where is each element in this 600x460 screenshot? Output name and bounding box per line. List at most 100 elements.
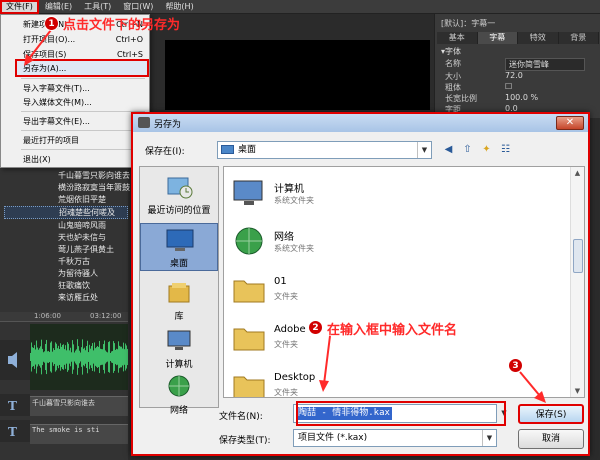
close-button[interactable]: ✕ [556,116,584,130]
waveform-bar [112,351,113,363]
list-item[interactable]: 莺儿燕子俱黄土 [58,244,114,255]
list-item[interactable]: 山鬼暗啼风雨 [58,220,106,231]
tab-background[interactable]: 背景 [558,32,599,44]
font-name-field[interactable]: 迷你简雪峰 [505,58,585,71]
menu-item-label: 最近打开的项目 [23,135,79,145]
waveform-bar [32,347,33,367]
scroll-thumb[interactable] [573,239,583,273]
chevron-up-icon[interactable]: ▲ [571,167,584,179]
waveform-bar [61,346,62,368]
timeline-ruler[interactable]: 1:06:00 03:12:00 [0,312,128,322]
dialog-titlebar[interactable]: 另存为 ✕ [133,114,588,132]
list-item[interactable]: 来访雁丘处 [58,292,98,303]
menu-item-label: 导入媒体文件(M)... [23,97,92,107]
place-network[interactable]: 网络 [140,371,218,419]
menu-item-exit[interactable]: 退出(X) [23,152,143,166]
list-item[interactable]: 狂歌痛饮 [58,280,90,291]
back-icon[interactable]: ◀ [441,142,456,157]
file-name: Desktop [274,372,316,383]
waveform-bar [81,347,82,367]
menu-item-recent-projects[interactable]: 最近打开的项目 [23,133,143,147]
save-button[interactable]: 保存(S) [518,404,584,424]
filetype-select[interactable]: 项目文件 (*.kax) ▼ [293,429,497,447]
scrollbar[interactable]: ▲ ▼ [570,167,584,397]
waveform-bar [80,352,81,362]
waveform-bar [48,350,49,364]
list-item[interactable]: 千秋万古 [58,256,90,267]
audio-waveform[interactable] [30,324,128,390]
up-folder-icon[interactable]: ⇧ [460,142,475,157]
view-menu-icon[interactable]: ☷ [498,142,513,157]
save-in-value: 桌面 [238,145,257,155]
filename-label: 文件名(N): [219,412,263,422]
waveform-bar [51,341,52,373]
waveform-bar [82,339,83,375]
computer-icon [233,180,263,205]
font-size-value[interactable]: 72.0 [505,71,523,80]
waveform-bar [72,340,73,374]
waveform-bar [91,346,92,368]
waveform-bar [107,352,108,362]
list-item[interactable]: 为留待骚人 [58,268,98,279]
menu-item-export-subtitle[interactable]: 导出字幕文件(E)... [23,114,143,128]
list-item[interactable]: 千山暮雪只影向谁去 [58,170,130,181]
panel-title: [默认]：字幕一 [441,19,496,28]
waveform-bar [86,346,87,368]
menu-item-import-subtitle[interactable]: 导入字幕文件(T)... [23,81,143,95]
bold-checkbox[interactable]: ☐ [505,82,512,91]
waveform-bar [76,349,77,365]
subtitle-clip[interactable]: 千山暮雪只影向谁去 [30,396,128,416]
place-recent[interactable]: 最近访问的位置 [140,171,218,219]
waveform-bar [34,345,35,369]
save-in-label: 保存在(I): [145,147,185,157]
list-item-selected[interactable]: 招魂楚些何嗟及 [4,206,128,219]
menu-tools[interactable]: 工具(T) [78,0,117,14]
desktop-icon [166,229,194,251]
subtitle-clip-english[interactable]: The smoke is sti [30,424,128,444]
chevron-down-icon[interactable]: ▼ [571,385,584,397]
chevron-down-icon[interactable]: ▼ [417,142,431,158]
file-name: 01 [274,276,287,287]
network-globe-icon [168,375,190,397]
waveform-bar [64,349,65,365]
list-item[interactable]: 横汾路寂寞当年箫鼓 [58,182,130,193]
list-item[interactable]: 天也妒未信与 [58,232,106,243]
place-computer[interactable]: 计算机 [140,325,218,373]
waveform-bar [56,343,57,371]
waveform-bar [124,349,125,365]
list-item[interactable]: 荒烟依旧平楚 [58,194,106,205]
list-item[interactable]: 网络 系统文件夹 [232,223,562,261]
waveform-bar [119,345,120,369]
svg-text:T: T [8,399,17,413]
dialog-title: 另存为 [154,120,182,130]
menu-help[interactable]: 帮助(H) [159,0,199,14]
subtitle-track-header: T [0,394,30,416]
aspect-ratio-value[interactable]: 100.0 % [505,93,538,102]
waveform-bar [46,339,47,375]
list-item[interactable]: 计算机 系统文件夹 [232,175,562,213]
file-type: 文件夹 [274,292,298,301]
cancel-button[interactable]: 取消 [518,429,584,449]
save-in-combo[interactable]: 桌面 ▼ [217,141,432,159]
font-section-header[interactable]: ▾字体 [441,46,461,57]
waveform-bar [77,339,78,375]
chevron-down-icon[interactable]: ▼ [482,430,496,446]
new-folder-icon[interactable]: ✦ [479,142,494,157]
list-item[interactable]: 01 文件夹 [232,271,562,309]
waveform-bar [83,348,84,366]
file-list[interactable]: 计算机 系统文件夹 网络 系统文件夹 01 文件夹 Adobe P 文件夹 De… [223,166,585,398]
place-desktop[interactable]: 桌面 [140,223,218,271]
menubar: 文件(F) 编辑(E) 工具(T) 窗口(W) 帮助(H) [0,0,600,14]
menu-window[interactable]: 窗口(W) [117,0,159,14]
menu-item-import-media[interactable]: 导入媒体文件(M)... [23,95,143,109]
place-libraries[interactable]: 库 [140,277,218,325]
file-name: 网络 [274,232,294,243]
tab-effect[interactable]: 特效 [518,32,559,44]
place-label: 网络 [169,406,188,416]
tab-subtitle[interactable]: 字幕 [477,32,518,44]
waveform-bar [59,349,60,365]
app-icon [138,117,150,128]
menu-divider [21,130,145,131]
waveform-bar [39,348,40,366]
tab-basic[interactable]: 基本 [437,32,478,44]
